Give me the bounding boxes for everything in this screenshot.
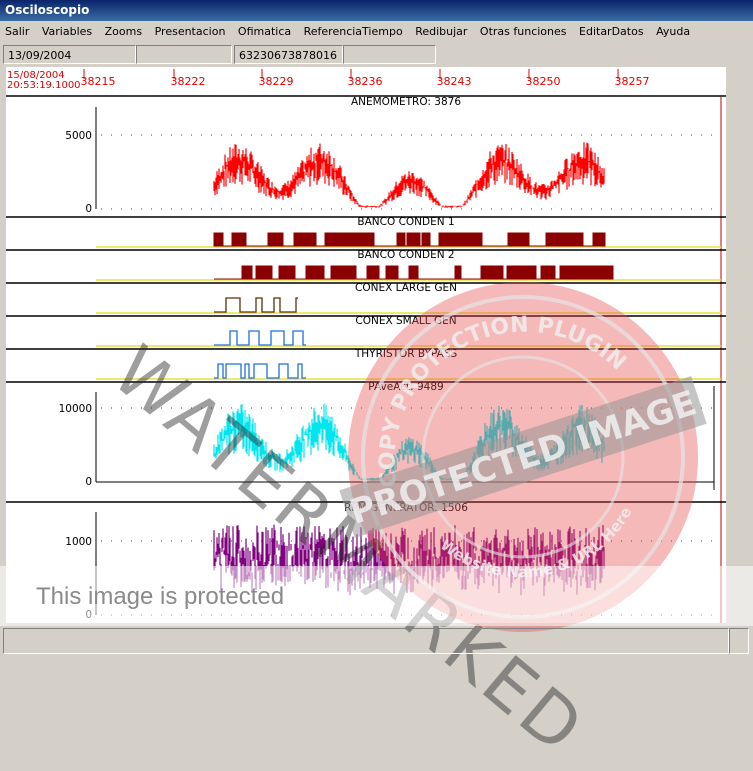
time-tick-label: 38243 bbox=[437, 75, 472, 88]
menu-editardatos[interactable]: EditarDatos bbox=[574, 22, 648, 41]
signal-trace bbox=[213, 142, 605, 208]
status-bar: 13/09/2004 12:04:38.016 63230673878016 m… bbox=[0, 43, 753, 81]
time-tick-label: 38236 bbox=[348, 75, 383, 88]
y-axis-label: 0 bbox=[85, 476, 92, 488]
menu-redibujar[interactable]: Redibujar bbox=[410, 22, 471, 41]
y-axis-label: 1000 bbox=[65, 536, 92, 548]
panel-title: BANCO CONDEN 2 bbox=[357, 249, 454, 261]
menu-zooms[interactable]: Zooms bbox=[100, 22, 146, 41]
y-axis-label: 10000 bbox=[59, 403, 92, 415]
status-ms: 63230673878016 ms bbox=[234, 45, 343, 81]
window-title: Osciloscopio bbox=[0, 0, 753, 21]
panel-title: ANEMOMETRO: 3876 bbox=[351, 96, 461, 108]
protected-message: This image is protected bbox=[36, 583, 285, 610]
menu-otras-funciones[interactable]: Otras funciones bbox=[475, 22, 571, 41]
panel-title: THYRISTOR BYPASS bbox=[354, 348, 458, 360]
menu-bar: Salir Variables Zooms Presentacion Ofima… bbox=[0, 22, 753, 41]
menu-ofimatica[interactable]: Ofimatica bbox=[233, 22, 295, 41]
menu-salir[interactable]: Salir bbox=[0, 22, 33, 41]
menu-ayuda[interactable]: Ayuda bbox=[651, 22, 694, 41]
bottom-status-bar bbox=[0, 626, 753, 658]
menu-variables[interactable]: Variables bbox=[37, 22, 96, 41]
signal-trace bbox=[214, 363, 306, 379]
time-tick-label: 38250 bbox=[526, 75, 561, 88]
panel-title: CONEX LARGE GEN bbox=[355, 282, 457, 294]
y-axis-label: 0 bbox=[85, 203, 92, 215]
signal-trace bbox=[214, 330, 306, 346]
y-axis-label: 5000 bbox=[65, 130, 92, 142]
menu-presentacion[interactable]: Presentacion bbox=[150, 22, 230, 41]
oscilloscope-canvas[interactable]: 15/08/2004 20:53:19.1000 38215 38222 38229… bbox=[6, 67, 726, 623]
panel-title: PAveAct: 9489 bbox=[368, 381, 443, 393]
signal-trace bbox=[213, 403, 605, 481]
panel-title: RPM GENERATOR: 1506 bbox=[344, 502, 468, 514]
panel-title: CONEX SMALL GEN bbox=[355, 315, 456, 327]
bottom-status-field bbox=[3, 628, 729, 654]
time-tick-label: 38257 bbox=[615, 75, 650, 88]
signal-trace bbox=[214, 297, 298, 313]
time-tick-label: 38229 bbox=[259, 75, 294, 88]
bottom-status-grip bbox=[729, 628, 749, 654]
signal-trace bbox=[213, 232, 606, 247]
time-tick-label: 38215 bbox=[81, 75, 116, 88]
start-time: 20:53:19.1000 bbox=[7, 80, 81, 91]
status-blank-1 bbox=[136, 45, 232, 64]
status-datetime: 13/09/2004 12:04:38.016 bbox=[3, 45, 136, 81]
menu-referenciatiempo[interactable]: ReferenciaTiempo bbox=[299, 22, 407, 41]
status-blank-2 bbox=[343, 45, 436, 64]
time-tick-label: 38222 bbox=[171, 75, 206, 88]
signal-trace bbox=[214, 265, 614, 280]
panel-title: BANCO CONDEN 1 bbox=[357, 216, 454, 228]
